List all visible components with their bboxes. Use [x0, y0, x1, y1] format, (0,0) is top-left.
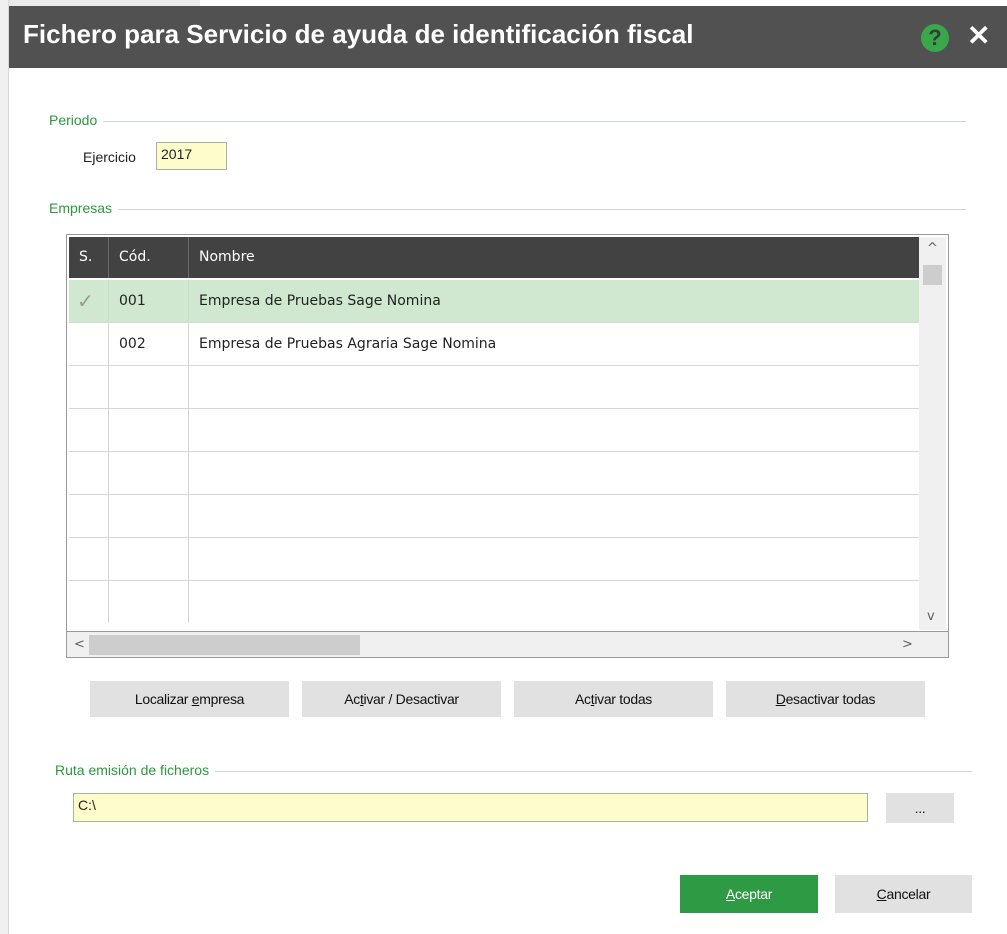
activar-todas-button[interactable]: Activar todas [514, 681, 713, 717]
table-row [69, 538, 919, 581]
periodo-divider [49, 121, 966, 122]
vertical-scroll-thumb[interactable] [923, 265, 942, 285]
select-cell [69, 581, 109, 623]
company-name [189, 495, 919, 537]
dialog-title: Fichero para Servicio de ayuda de identi… [23, 19, 694, 49]
vertical-scrollbar[interactable]: ^ v [919, 237, 946, 630]
table-row [69, 495, 919, 538]
company-name: Empresa de Pruebas Agraria Sage Nomina [199, 336, 497, 352]
column-header-s[interactable]: S. [69, 237, 109, 278]
cancelar-button[interactable]: Cancelar [835, 875, 972, 913]
activar-desactivar-button[interactable]: Activar / Desactivar [302, 681, 501, 717]
background-window-edge [0, 0, 9, 934]
scroll-down-icon[interactable]: v [927, 609, 935, 624]
company-name [189, 581, 919, 623]
company-code: 001 [109, 280, 189, 322]
select-cell [69, 409, 109, 451]
desactivar-todas-button[interactable]: Desactivar todas [726, 681, 925, 717]
select-cell[interactable] [69, 323, 109, 365]
company-name [189, 366, 919, 408]
check-icon[interactable]: ✓ [69, 280, 109, 322]
company-code [109, 538, 189, 580]
ruta-path-field[interactable]: C:\ [73, 793, 868, 822]
company-code [109, 409, 189, 451]
company-code [109, 495, 189, 537]
table-row [69, 366, 919, 409]
help-icon[interactable]: ? [921, 24, 949, 52]
scroll-right-icon[interactable]: > [902, 637, 913, 652]
empresas-divider [49, 209, 966, 210]
close-icon[interactable]: ✕ [967, 19, 990, 53]
select-cell [69, 452, 109, 494]
select-cell [69, 538, 109, 580]
browse-button[interactable]: ... [886, 793, 954, 823]
select-cell [69, 495, 109, 537]
scroll-left-icon[interactable]: < [74, 637, 85, 652]
company-name: Empresa de Pruebas Sage Nomina [199, 293, 441, 309]
company-code [109, 366, 189, 408]
ejercicio-label: Ejercicio [83, 149, 136, 165]
company-code: 002 [109, 323, 189, 365]
table-row[interactable]: 002 Empresa de Pruebas Agraria Sage Nomi… [69, 323, 919, 366]
table-header: S. Cód. Nombre [69, 237, 919, 278]
column-header-nombre[interactable]: Nombre [189, 237, 919, 278]
company-code [109, 581, 189, 623]
table-row [69, 409, 919, 452]
title-bar: Fichero para Servicio de ayuda de identi… [9, 6, 1007, 68]
company-name [189, 538, 919, 580]
aceptar-button[interactable]: Aceptar [680, 875, 818, 913]
localizar-empresa-button[interactable]: Localizar empresa [90, 681, 289, 717]
horizontal-scrollbar[interactable]: < > [66, 632, 949, 658]
periodo-section-title: Periodo [49, 112, 104, 128]
dialog: Fichero para Servicio de ayuda de identi… [9, 6, 1007, 934]
company-name [189, 409, 919, 451]
table-row [69, 581, 919, 624]
empresas-table[interactable]: S. Cód. Nombre ✓ 001 Empresa de Pruebas … [66, 234, 949, 632]
ejercicio-field[interactable]: 2017 [156, 142, 227, 170]
ruta-section-title: Ruta emisión de ficheros [55, 762, 216, 778]
select-cell [69, 366, 109, 408]
table-row[interactable]: ✓ 001 Empresa de Pruebas Sage Nomina [69, 280, 919, 323]
horizontal-scroll-thumb[interactable] [89, 635, 360, 655]
table-row [69, 452, 919, 495]
empresas-section-title: Empresas [49, 200, 119, 216]
scroll-up-icon[interactable]: ^ [927, 241, 938, 256]
company-name [189, 452, 919, 494]
column-header-cod[interactable]: Cód. [109, 237, 189, 278]
company-code [109, 452, 189, 494]
